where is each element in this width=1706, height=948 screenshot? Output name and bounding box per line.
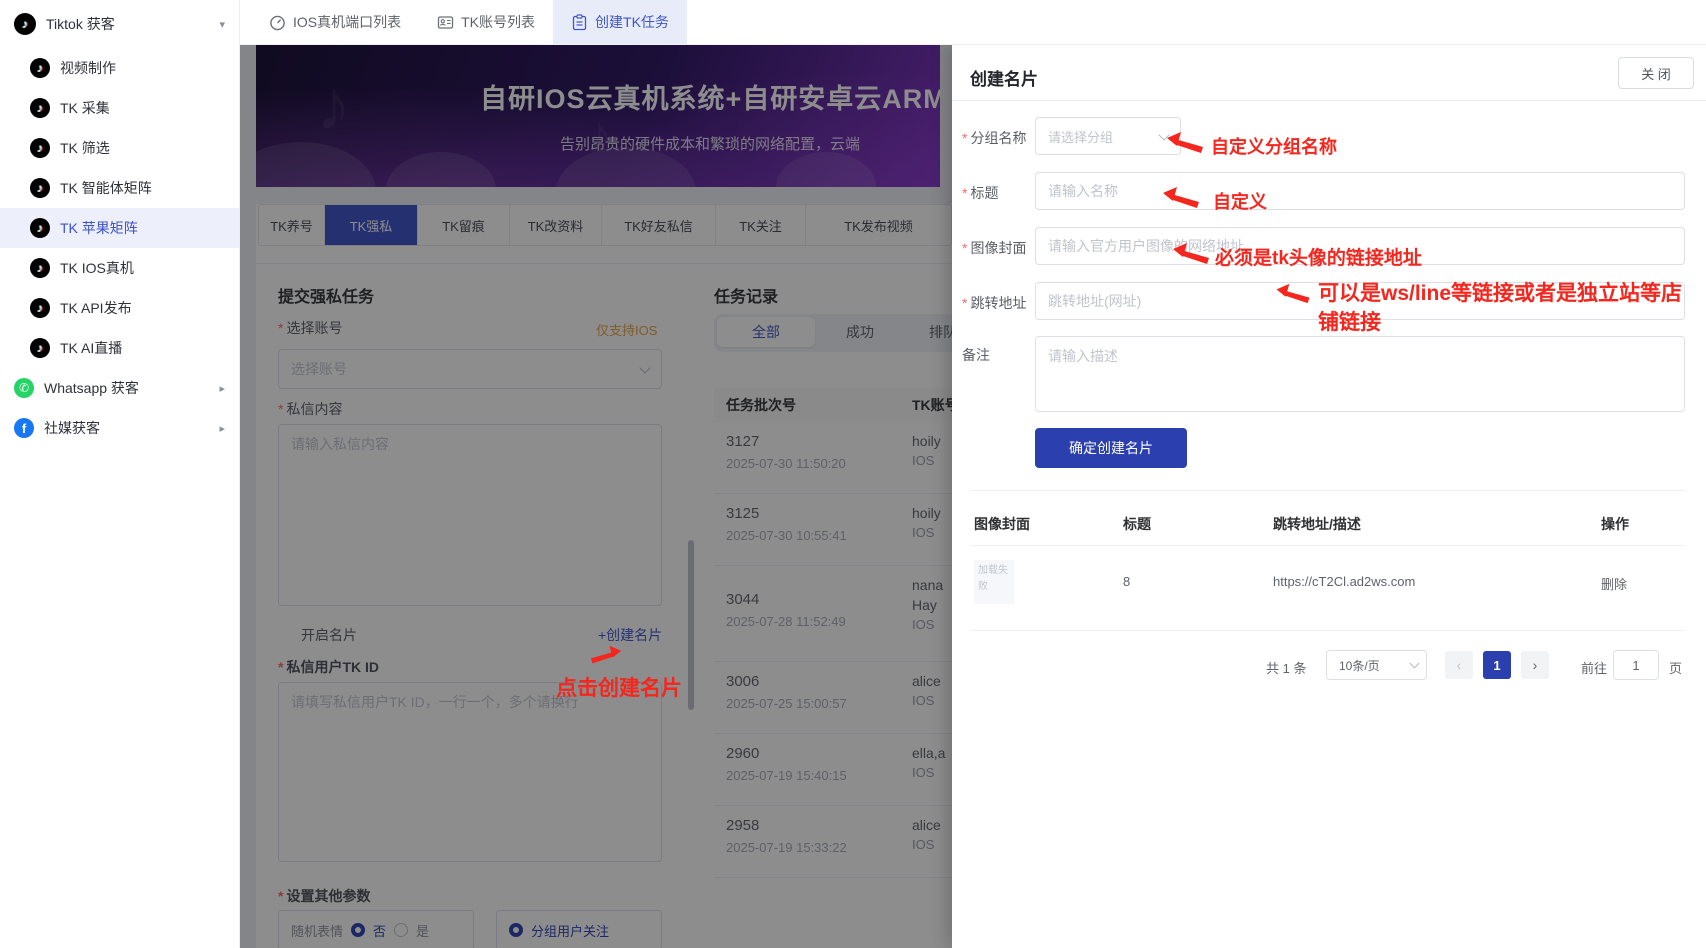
sidebar-item-tk-agent-matrix[interactable]: ♪ TK 智能体矩阵	[0, 168, 239, 208]
card-url-cell: https://cT2Cl.ad2ws.com	[1273, 574, 1415, 589]
sidebar-item-label: 视频制作	[60, 58, 116, 78]
tiktok-icon: ♪	[30, 178, 50, 198]
sidebar-item-label: Whatsapp 获客	[44, 378, 139, 398]
sidebar-item-tk-api-publish[interactable]: ♪ TK API发布	[0, 288, 239, 328]
prev-page-button[interactable]: ‹	[1445, 651, 1473, 679]
tab-label: 创建TK任务	[595, 12, 669, 32]
app-root: ♪ Tiktok 获客 ▾ ♪ 视频制作 ♪ TK 采集 ♪ TK 筛选 ♪ T…	[0, 0, 1706, 948]
sidebar-item-tiktok[interactable]: ♪ Tiktok 获客 ▾	[0, 0, 239, 48]
sidebar-item-label: TK 采集	[60, 98, 110, 118]
topbar: IOS真机端口列表 TK账号列表 创建TK任务	[239, 0, 1706, 45]
confirm-create-card-button[interactable]: 确定创建名片	[1035, 428, 1187, 468]
sidebar-item-tk-filter[interactable]: ♪ TK 筛选	[0, 128, 239, 168]
col-title: 标题	[1123, 514, 1151, 534]
tab-ios-device-ports[interactable]: IOS真机端口列表	[251, 0, 419, 44]
sidebar-item-tk-apple-matrix[interactable]: ♪ TK 苹果矩阵	[0, 208, 239, 248]
divider	[952, 100, 1706, 101]
goto-label: 前往	[1581, 658, 1607, 677]
sidebar-item-label: 社媒获客	[44, 418, 100, 438]
col-image-cover: 图像封面	[974, 514, 1030, 534]
remark-label: 备注	[962, 345, 990, 365]
required-asterisk: *	[962, 130, 967, 146]
next-page-button[interactable]: ›	[1521, 651, 1549, 679]
tiktok-icon: ♪	[30, 258, 50, 278]
tiktok-icon: ♪	[30, 218, 50, 238]
sidebar-item-label: TK API发布	[60, 298, 132, 318]
annotation-arrow-icon	[1172, 241, 1210, 267]
sidebar-item-tk-ios-device[interactable]: ♪ TK IOS真机	[0, 248, 239, 288]
required-asterisk: *	[962, 295, 967, 311]
jump-url-label: *跳转地址	[962, 293, 1026, 313]
sidebar-item-label: TK 智能体矩阵	[60, 178, 152, 198]
caret-down-icon: ▾	[219, 18, 225, 31]
sidebar-item-label: TK AI直播	[60, 338, 122, 358]
sidebar-item-label: TK IOS真机	[60, 258, 134, 278]
tab-create-tk-task[interactable]: 创建TK任务	[553, 0, 687, 44]
remark-textarea[interactable]	[1035, 336, 1685, 412]
title-input[interactable]	[1035, 172, 1685, 210]
facebook-icon: f	[14, 418, 34, 438]
tiktok-icon: ♪	[30, 58, 50, 78]
annotation-arrow-icon	[1275, 283, 1311, 305]
tiktok-icon: ♪	[14, 13, 36, 35]
tab-label: TK账号列表	[461, 12, 535, 32]
col-action: 操作	[1601, 514, 1629, 534]
tab-tk-account-list[interactable]: TK账号列表	[419, 0, 553, 44]
sidebar-item-tk-ai-live[interactable]: ♪ TK AI直播	[0, 328, 239, 368]
title-label: *标题	[962, 183, 998, 203]
page-size-select[interactable]: 10条/页	[1326, 650, 1427, 680]
id-card-icon	[437, 14, 454, 31]
sidebar-item-tk-collect[interactable]: ♪ TK 采集	[0, 88, 239, 128]
broken-image-placeholder: 加载失败	[974, 560, 1014, 604]
tab-label: IOS真机端口列表	[293, 12, 401, 32]
col-jump-desc: 跳转地址/描述	[1273, 514, 1361, 534]
annotation-group-name: 自定义分组名称	[1211, 133, 1337, 159]
caret-right-icon: ▸	[219, 382, 225, 395]
tiktok-icon: ♪	[30, 138, 50, 158]
divider	[970, 630, 1685, 631]
required-asterisk: *	[962, 240, 967, 256]
sidebar-item-label: Tiktok 获客	[46, 14, 115, 34]
goto-page-input[interactable]	[1613, 650, 1659, 680]
sidebar-item-label: TK 苹果矩阵	[60, 218, 138, 238]
annotation-arrow-icon	[1162, 186, 1200, 210]
delete-button[interactable]: 删除	[1601, 574, 1627, 593]
tiktok-icon: ♪	[30, 298, 50, 318]
divider	[970, 545, 1685, 546]
sidebar: ♪ Tiktok 获客 ▾ ♪ 视频制作 ♪ TK 采集 ♪ TK 筛选 ♪ T…	[0, 0, 240, 948]
tiktok-icon: ♪	[30, 98, 50, 118]
required-asterisk: *	[962, 185, 967, 201]
page-size-value: 10条/页	[1339, 657, 1380, 674]
pagination-total: 共 1 条	[1266, 658, 1306, 677]
annotation-title: 自定义	[1213, 188, 1267, 214]
sidebar-item-label: TK 筛选	[60, 138, 110, 158]
sidebar-item-whatsapp[interactable]: ✆ Whatsapp 获客 ▸	[0, 368, 239, 408]
sidebar-item-social-media[interactable]: f 社媒获客 ▸	[0, 408, 239, 448]
annotation-arrow-icon	[1166, 131, 1204, 155]
modal-title: 创建名片	[970, 65, 1038, 90]
group-select[interactable]: 请选择分组	[1035, 117, 1181, 155]
select-placeholder: 请选择分组	[1048, 127, 1113, 146]
divider	[970, 490, 1685, 491]
goto-unit-label: 页	[1669, 658, 1682, 677]
annotation-image-cover: 必须是tk头像的链接地址	[1215, 243, 1422, 270]
current-page-button[interactable]: 1	[1483, 651, 1511, 679]
chevron-down-icon	[1410, 659, 1420, 669]
clipboard-icon	[571, 14, 588, 31]
whatsapp-icon: ✆	[14, 378, 34, 398]
annotation-jump-url-line1: 可以是ws/line等链接或者是独立站等店	[1318, 277, 1682, 307]
image-cover-label: *图像封面	[962, 238, 1026, 258]
card-title-cell: 8	[1123, 574, 1130, 589]
close-button[interactable]: 关 闭	[1618, 57, 1694, 89]
tiktok-icon: ♪	[30, 338, 50, 358]
annotation-arrow-icon	[590, 643, 622, 667]
caret-right-icon: ▸	[219, 422, 225, 435]
gauge-icon	[269, 14, 286, 31]
sidebar-item-video-production[interactable]: ♪ 视频制作	[0, 48, 239, 88]
annotation-create-card: 点击创建名片	[556, 672, 682, 702]
annotation-jump-url-line2: 铺链接	[1318, 306, 1381, 336]
group-name-label: *分组名称	[962, 128, 1026, 148]
